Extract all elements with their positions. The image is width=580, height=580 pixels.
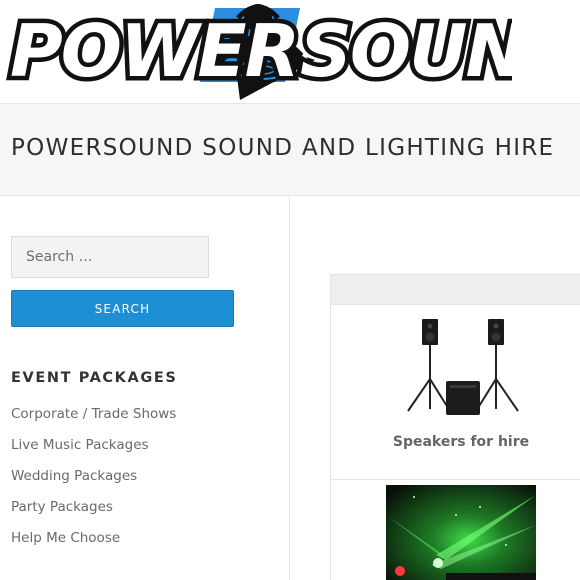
site-title[interactable]: POWERSOUND SOUND AND LIGHTING HIRE [11,135,554,161]
svg-text:SOUND: SOUND [300,9,512,93]
product-card-speakers[interactable]: Speakers for hire [331,305,580,480]
event-packages-heading: EVENT PACKAGES [11,370,178,386]
svg-text:POWER: POWER [10,9,298,93]
package-link-live-music[interactable]: Live Music Packages [11,437,149,453]
list-item: Help Me Choose [11,527,176,558]
package-link-party[interactable]: Party Packages [11,499,113,515]
package-link-corporate[interactable]: Corporate / Trade Shows [11,406,176,422]
powersound-logo[interactable]: POWER SOUND [0,0,512,103]
title-band: POWERSOUND SOUND AND LIGHTING HIRE [0,103,580,196]
event-packages-list: Corporate / Trade Shows Live Music Packa… [11,403,176,558]
search-input[interactable] [11,236,209,278]
product-panel: Speakers for hire [330,274,580,580]
package-link-help-me-choose[interactable]: Help Me Choose [11,530,120,546]
product-label-speakers[interactable]: Speakers for hire [331,434,580,450]
speakers-image[interactable] [404,317,522,417]
search-button[interactable]: SEARCH [11,290,234,327]
package-link-wedding[interactable]: Wedding Packages [11,468,137,484]
laser-light-image[interactable] [386,485,536,580]
list-item: Live Music Packages [11,434,176,465]
list-item: Corporate / Trade Shows [11,403,176,434]
list-item: Party Packages [11,496,176,527]
list-item: Wedding Packages [11,465,176,496]
sidebar: SEARCH EVENT PACKAGES Corporate / Trade … [0,196,290,580]
panel-header-strip [331,275,580,305]
site-header: POWER SOUND [0,0,580,103]
